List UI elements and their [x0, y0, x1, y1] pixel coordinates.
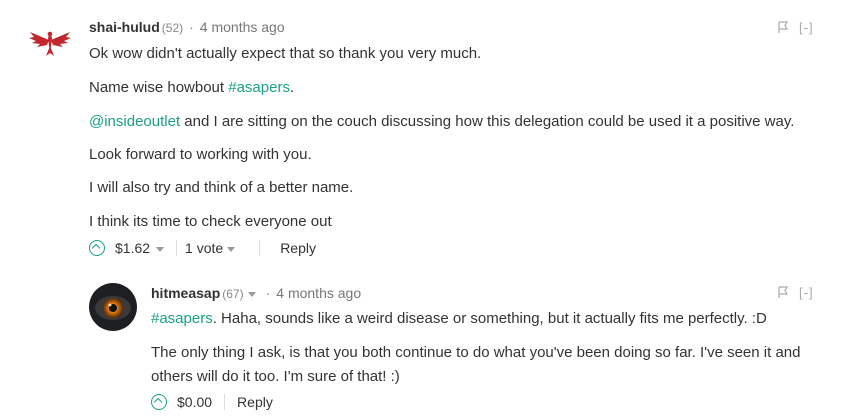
- reply-button[interactable]: Reply: [237, 394, 273, 410]
- comment-paragraph: I will also try and think of a better na…: [89, 179, 354, 196]
- comment-tools: [-]: [777, 285, 814, 302]
- flag-icon[interactable]: [777, 20, 789, 37]
- payout-dropdown[interactable]: [152, 240, 165, 256]
- comment-paragraph: Ok wow didn't actually expect that so th…: [89, 45, 482, 62]
- comment-paragraph: @insideoutlet and I are sitting on the c…: [89, 110, 794, 134]
- chevron-down-icon: [247, 291, 256, 297]
- hashtag-link[interactable]: #asapers: [228, 79, 290, 96]
- author-menu-dropdown[interactable]: [244, 285, 256, 301]
- votes-dropdown[interactable]: [223, 240, 236, 256]
- separator-dot: ·: [189, 19, 194, 35]
- payout-amount[interactable]: $0.00: [177, 394, 212, 410]
- author-reputation: (67): [222, 287, 244, 301]
- comment-header: hitmeasap (67) · 4 months ago: [151, 285, 361, 301]
- hashtag-link[interactable]: #asapers: [151, 310, 213, 327]
- divider: [259, 240, 261, 256]
- comment-tools: [-]: [777, 20, 814, 37]
- comment-paragraph: I think its time to check everyone out: [89, 213, 332, 230]
- paragraph-text: Name wise howbout: [89, 79, 229, 96]
- payout-amount[interactable]: $1.62: [115, 240, 150, 256]
- votes-count[interactable]: 1 vote: [185, 240, 223, 256]
- paragraph-text: .: [289, 79, 295, 96]
- comment-paragraph: #asapers. Haha, sounds like a weird dise…: [151, 307, 767, 331]
- avatar[interactable]: [89, 283, 137, 336]
- divider: [224, 394, 226, 410]
- phoenix-avatar-icon: [29, 31, 71, 56]
- comment-paragraph: Look forward to working with you.: [89, 146, 312, 163]
- comment-paragraph: The only thing I ask, is that you both c…: [151, 344, 801, 361]
- author-name[interactable]: hitmeasap: [151, 285, 220, 301]
- paragraph-text: and I are sitting on the couch discussin…: [180, 113, 795, 130]
- timestamp-link[interactable]: 4 months ago: [200, 19, 285, 35]
- separator-dot: ·: [265, 285, 271, 301]
- comment-footer: $1.62 1 vote Reply: [89, 240, 316, 256]
- comment-header: shai-hulud (52) · 4 months ago: [89, 19, 285, 35]
- collapse-toggle[interactable]: [-]: [799, 20, 814, 35]
- flag-icon[interactable]: [777, 285, 789, 302]
- mention-link[interactable]: @insideoutlet: [89, 113, 180, 130]
- collapse-toggle[interactable]: [-]: [799, 285, 814, 300]
- upvote-icon[interactable]: [89, 240, 105, 256]
- paragraph-text: . Haha, sounds like a weird disease or s…: [212, 310, 767, 327]
- reply-button[interactable]: Reply: [280, 240, 316, 256]
- avatar[interactable]: [28, 28, 72, 63]
- comment-paragraph: Name wise howbout #asapers.: [89, 76, 294, 100]
- comment-paragraph: others will do it too. I'm sure of that!…: [151, 368, 400, 385]
- eye-avatar-icon: [89, 283, 137, 331]
- comment-footer: $0.00 Reply: [151, 394, 273, 410]
- chevron-down-icon: [156, 246, 165, 252]
- chevron-down-icon: [227, 246, 236, 252]
- author-reputation: (52): [161, 21, 184, 35]
- author-name[interactable]: shai-hulud: [89, 19, 160, 35]
- timestamp-link[interactable]: 4 months ago: [276, 285, 361, 301]
- upvote-icon[interactable]: [151, 394, 167, 410]
- divider: [176, 240, 178, 256]
